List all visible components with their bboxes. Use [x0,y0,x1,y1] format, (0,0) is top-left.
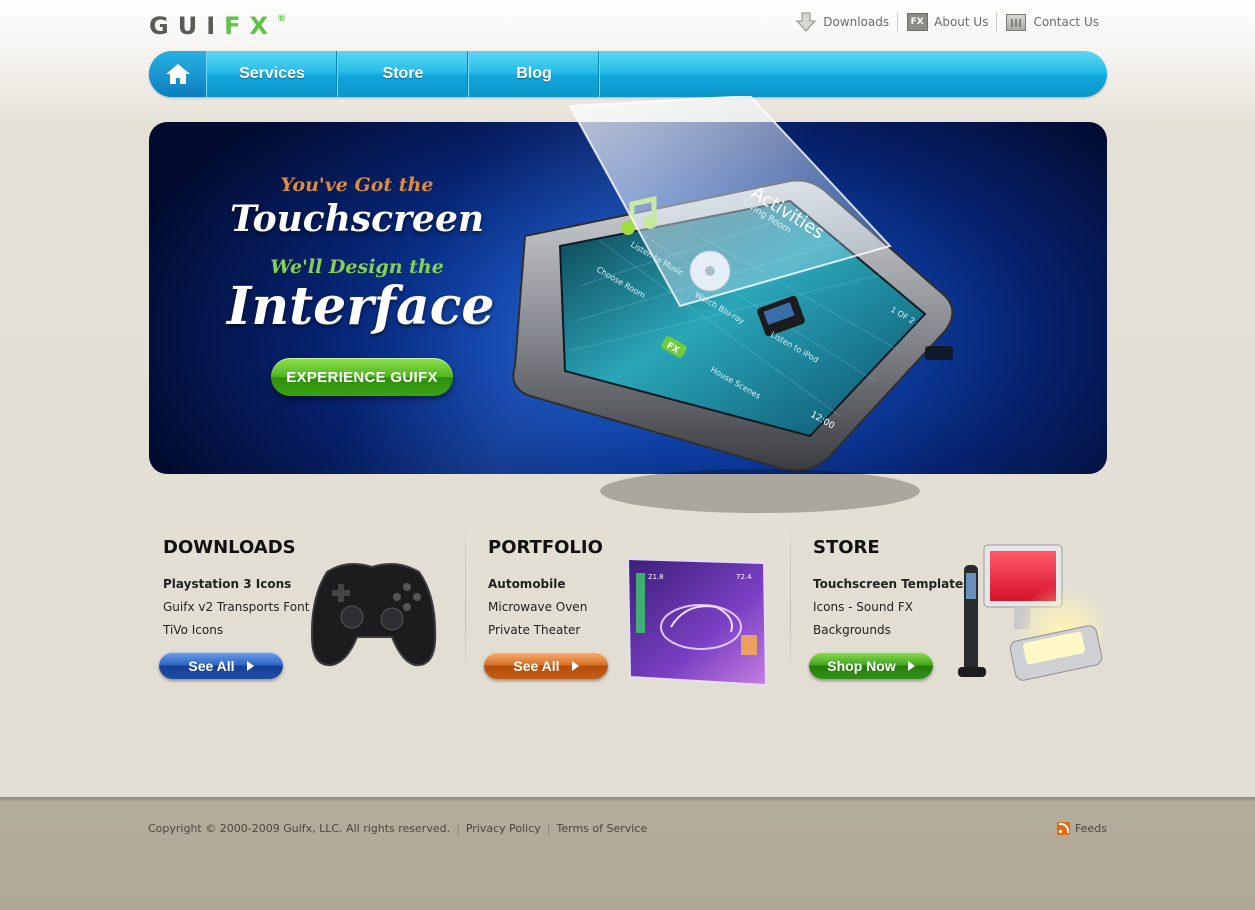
car-ui-screen-image: 21.8 72.4 [626,557,768,687]
hero-line-4: Interface [227,276,495,337]
downloads-see-all-button[interactable]: See All [159,652,283,679]
section-divider-2 [790,517,791,677]
section-downloads: DOWNLOADS Playstation 3 Icons Guifx v2 T… [149,517,465,697]
section-store: STORE Touchscreen Templates Icons - Soun… [799,517,1107,697]
nav-item-store[interactable]: Store [338,51,469,97]
footer-feeds-link[interactable]: Feeds [1057,822,1107,835]
toplink-about-label: About Us [934,15,989,29]
devices-image [958,544,1104,681]
hero-line-1: You've Got the [280,174,434,196]
toplink-downloads[interactable]: Downloads [787,12,897,32]
toplink-downloads-label: Downloads [823,15,890,29]
downloads-list: Playstation 3 Icons Guifx v2 Transports … [163,577,309,646]
footer-copyright: Copyright © 2000-2009 Guifx, LLC. All ri… [148,822,451,835]
toplink-contact-us[interactable]: Contact Us [996,12,1107,32]
footer-terms-link[interactable]: Terms of Service [557,822,648,835]
top-links: Downloads FX About Us Contact Us [787,12,1107,32]
store-item-icons-sound-fx[interactable]: Icons - Sound FX [813,600,970,623]
footer-privacy-link[interactable]: Privacy Policy [466,822,541,835]
store-shop-now-label: Shop Now [827,657,896,674]
main-nav: Services Store Blog [149,51,1107,97]
guifx-logo[interactable]: GUIFX® [149,12,286,40]
hero-line-2: Touchscreen [229,198,485,240]
footer-separator: | [456,822,460,835]
nav-home-button[interactable] [149,51,207,97]
downloads-item-ps3-icons[interactable]: Playstation 3 Icons [163,577,309,600]
store-list: Touchscreen Templates Icons - Sound FX B… [813,577,970,646]
portfolio-see-all-label: See All [513,657,560,674]
footer-left: Copyright © 2000-2009 Guifx, LLC. All ri… [148,822,647,835]
toplink-contact-label: Contact Us [1033,15,1099,29]
portfolio-item-microwave[interactable]: Microwave Oven [488,600,587,623]
downloads-see-all-label: See All [188,657,235,674]
fax-phone-icon [1005,12,1027,32]
play-arrow-icon [907,660,915,671]
nav-item-services[interactable]: Services [207,51,338,97]
svg-text:21.8: 21.8 [648,573,664,581]
section-portfolio: PORTFOLIO Automobile Microwave Oven Priv… [474,517,790,697]
downloads-item-transports-font[interactable]: Guifx v2 Transports Font [163,600,309,623]
home-icon [165,64,190,84]
nav-item-blog[interactable]: Blog [469,51,600,97]
hero-headline: You've Got the Touchscreen We'll Design … [227,174,495,337]
footer-feeds-label: Feeds [1075,822,1107,835]
portfolio-see-all-button[interactable]: See All [484,652,608,679]
portfolio-item-theater[interactable]: Private Theater [488,623,587,646]
downloads-item-tivo-icons[interactable]: TiVo Icons [163,623,309,646]
hero-banner: You've Got the Touchscreen We'll Design … [149,122,1107,474]
portfolio-title: PORTFOLIO [488,537,603,558]
downloads-title: DOWNLOADS [163,537,296,558]
logo-registered-mark: ® [277,14,287,24]
footer-separator: | [546,822,551,835]
store-item-touchscreen-templates[interactable]: Touchscreen Templates [813,577,970,600]
play-arrow-icon [246,660,254,671]
store-title: STORE [813,537,880,558]
page: GUIFX® Downloads FX About Us Contact Us … [0,0,1255,910]
play-arrow-icon [571,660,579,671]
logo-fx-text: FX [224,12,278,40]
experience-guifx-button[interactable]: EXPERIENCE GUIFX [271,358,453,396]
hero-line-3: We'll Design the [270,256,444,278]
gamepad-image [310,562,437,667]
fx-box-icon: FX [906,12,928,32]
toplink-about-us[interactable]: FX About Us [897,12,996,32]
section-divider-1 [465,517,466,677]
portfolio-list: Automobile Microwave Oven Private Theate… [488,577,587,646]
store-shop-now-button[interactable]: Shop Now [809,652,933,679]
store-item-backgrounds[interactable]: Backgrounds [813,623,970,646]
rss-icon [1057,822,1071,835]
footer: Copyright © 2000-2009 Guifx, LLC. All ri… [0,797,1255,910]
portfolio-item-automobile[interactable]: Automobile [488,577,587,600]
svg-text:72.4: 72.4 [736,573,752,581]
download-arrow-icon [795,12,817,32]
logo-gui-text: GUI [149,12,225,40]
